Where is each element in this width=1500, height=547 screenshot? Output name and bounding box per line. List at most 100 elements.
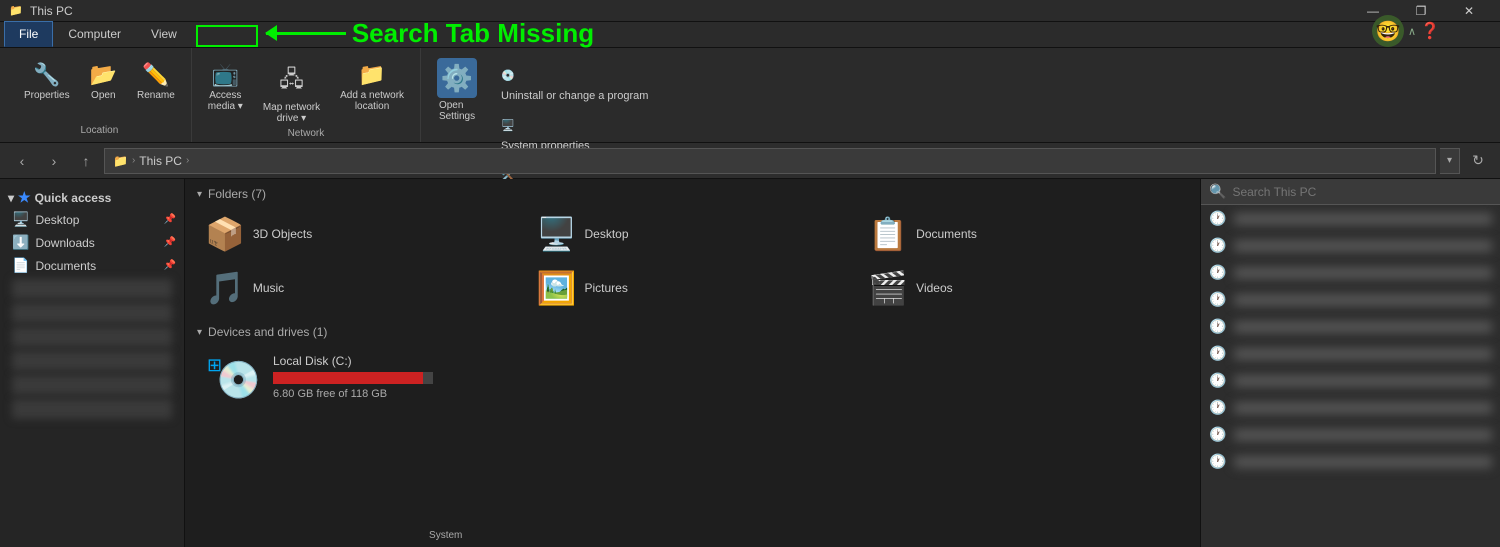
folder-pictures-icon: 🖼️ [537, 269, 577, 307]
search-input[interactable] [1232, 185, 1492, 199]
close-button[interactable]: ✕ [1446, 0, 1492, 22]
tab-view[interactable]: View [136, 21, 192, 47]
search-history-item-4[interactable]: 🕐 [1201, 286, 1500, 313]
address-chevron: › [132, 155, 135, 166]
folder-videos-icon: 🎬 [868, 269, 908, 307]
folders-grid: 📦 3D Objects 🖥️ Desktop 📋 Documents 🎵 Mu… [197, 209, 1188, 313]
drive-progress-bar [273, 372, 433, 384]
documents-icon: 📄 [12, 257, 29, 274]
sidebar-blurred-3[interactable] [12, 327, 172, 347]
sidebar-downloads-label: Downloads [35, 236, 94, 250]
history-clock-icon-9: 🕐 [1209, 426, 1226, 443]
devices-section-header[interactable]: ▾ Devices and drives (1) [197, 325, 1188, 339]
back-button[interactable]: ‹ [8, 147, 36, 175]
open-settings-icon[interactable]: ⚙️ [437, 58, 477, 98]
folder-videos[interactable]: 🎬 Videos [860, 263, 1188, 313]
folder-desktop[interactable]: 🖥️ Desktop [529, 209, 857, 259]
properties-button[interactable]: 🔧 Properties [16, 58, 78, 105]
folders-section-title: Folders (7) [208, 187, 266, 201]
add-location-button[interactable]: 📁 Add a network location [332, 58, 412, 116]
folder-music[interactable]: 🎵 Music [197, 263, 525, 313]
sidebar-quick-access-header[interactable]: ▾ ★ Quick access [0, 183, 184, 208]
folder-pictures[interactable]: 🖼️ Pictures [529, 263, 857, 313]
search-history-item-3[interactable]: 🕐 [1201, 259, 1500, 286]
drive-progress-fill [273, 372, 423, 384]
uninstall-button[interactable]: 💿 Uninstall or change a program [493, 62, 656, 110]
search-input-bar[interactable]: 🔍 [1201, 179, 1500, 205]
title-bar: 📁 This PC — ❐ ✕ [0, 0, 1500, 22]
search-history-item-8[interactable]: 🕐 [1201, 394, 1500, 421]
search-history-item-6[interactable]: 🕐 [1201, 340, 1500, 367]
sidebar-blurred-6[interactable] [12, 399, 172, 419]
forward-button[interactable]: › [40, 147, 68, 175]
search-history-text-7 [1234, 375, 1492, 387]
uninstall-icon: 💿 [501, 66, 515, 86]
content-area: ▾ Folders (7) 📦 3D Objects 🖥️ Desktop 📋 … [185, 179, 1200, 547]
pin-icon: 📌 [164, 214, 176, 225]
sidebar-blurred-4[interactable] [12, 351, 172, 371]
devices-chevron: ▾ [197, 327, 202, 338]
history-clock-icon-6: 🕐 [1209, 345, 1226, 362]
sidebar-item-desktop[interactable]: 🖥️ Desktop 📌 [0, 208, 184, 231]
up-button[interactable]: ↑ [72, 147, 100, 175]
search-history-item-10[interactable]: 🕐 [1201, 448, 1500, 475]
sidebar-item-downloads[interactable]: ⬇️ Downloads 📌 [0, 231, 184, 254]
sidebar-blurred-1[interactable] [12, 279, 172, 299]
quick-access-label: Quick access [35, 191, 112, 205]
folder-3d-label: 3D Objects [253, 227, 312, 241]
sidebar-blurred-5[interactable] [12, 375, 172, 395]
sidebar-blurred-2[interactable] [12, 303, 172, 323]
search-history-item-1[interactable]: 🕐 [1201, 205, 1500, 232]
system-props-icon: 🖥️ [501, 116, 515, 136]
search-history-text-2 [1234, 240, 1492, 252]
address-path: This PC [139, 154, 182, 168]
access-media-label: Access media ▾ [208, 90, 243, 112]
drive-space: 6.80 GB free of 118 GB [273, 388, 433, 400]
map-network-button[interactable]: 🖧 Map network drive ▾ [255, 58, 328, 128]
folder-desktop-label: Desktop [585, 227, 629, 241]
help-chevron: ∧ [1408, 25, 1416, 38]
folder-music-label: Music [253, 281, 284, 295]
devices-section-title: Devices and drives (1) [208, 325, 327, 339]
address-bar[interactable]: 📁 › This PC › [104, 148, 1436, 174]
drive-local-c[interactable]: ⊞ 💿 Local Disk (C:) 6.80 GB free of 118 … [197, 347, 497, 407]
search-history-text-4 [1234, 294, 1492, 306]
search-history-text-9 [1234, 429, 1492, 441]
search-history-text-5 [1234, 321, 1492, 333]
add-location-label: Add a network location [340, 90, 404, 112]
tab-file[interactable]: File [4, 21, 53, 47]
drive-info: Local Disk (C:) 6.80 GB free of 118 GB [273, 354, 433, 400]
star-icon: ★ [18, 189, 31, 206]
access-media-button[interactable]: 📺 Access media ▾ [200, 58, 251, 116]
network-group-label: Network [288, 128, 325, 141]
open-button[interactable]: 📂 Open [82, 58, 125, 105]
sidebar-item-documents[interactable]: 📄 Documents 📌 [0, 254, 184, 277]
tab-computer[interactable]: Computer [53, 21, 136, 47]
address-chevron2: › [186, 155, 189, 166]
search-history-item-7[interactable]: 🕐 [1201, 367, 1500, 394]
pin-icon2: 📌 [164, 237, 176, 248]
address-dropdown[interactable]: ▾ [1440, 148, 1460, 174]
folder-docs-icon: 📋 [868, 215, 908, 253]
rename-button[interactable]: ✏️ Rename [129, 58, 183, 105]
folder-pictures-label: Pictures [585, 281, 628, 295]
annotation-arrow-area: Search Tab Missing [266, 18, 594, 49]
annotation-label: Search Tab Missing [352, 18, 594, 49]
search-history-item-2[interactable]: 🕐 [1201, 232, 1500, 259]
hdd-icon: 💿 [216, 359, 261, 401]
search-history-item-9[interactable]: 🕐 [1201, 421, 1500, 448]
folder-nav-icon: 📁 [113, 154, 128, 168]
refresh-button[interactable]: ↻ [1464, 147, 1492, 175]
folder-documents[interactable]: 📋 Documents [860, 209, 1188, 259]
history-clock-icon-2: 🕐 [1209, 237, 1226, 254]
folders-section-header[interactable]: ▾ Folders (7) [197, 187, 1188, 201]
folders-chevron: ▾ [197, 189, 202, 200]
search-history-item-5[interactable]: 🕐 [1201, 313, 1500, 340]
avatar: 🤓 [1372, 15, 1404, 47]
history-clock-icon-5: 🕐 [1209, 318, 1226, 335]
folder-3d-objects[interactable]: 📦 3D Objects [197, 209, 525, 259]
map-network-icon: 🖧 [279, 62, 304, 100]
drive-name: Local Disk (C:) [273, 354, 433, 368]
properties-icon: 🔧 [33, 62, 60, 88]
desktop-icon: 🖥️ [12, 211, 29, 228]
